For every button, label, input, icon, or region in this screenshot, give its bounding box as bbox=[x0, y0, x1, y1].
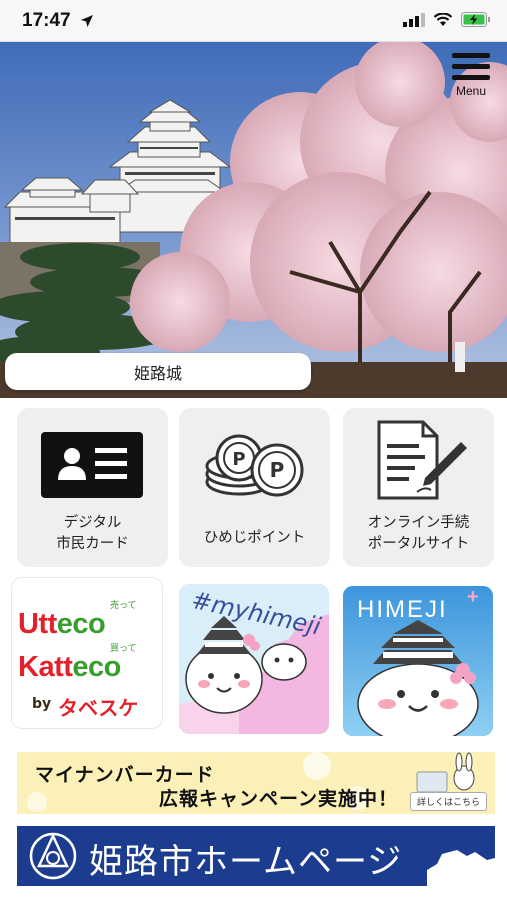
utteco-word-1: Utt bbox=[18, 608, 57, 640]
himeji-point-label: ひめじポイント bbox=[203, 530, 306, 546]
utteco-small-2: 買って bbox=[110, 644, 137, 654]
katteco-word-1b: eco bbox=[72, 651, 121, 683]
svg-text:P: P bbox=[270, 458, 285, 482]
mynumber-line-2: 広報キャンペーン実施中！ bbox=[159, 788, 399, 810]
myhimeji-tile[interactable]: #myhimeji bbox=[179, 584, 329, 734]
menu-label: Menu bbox=[455, 84, 487, 98]
battery-charging-icon bbox=[461, 12, 491, 31]
utteco-by: by bbox=[32, 696, 52, 712]
homepage-title: 姫路市ホームページ bbox=[89, 842, 403, 882]
himeji-plus-title: HIMEJI bbox=[357, 596, 448, 623]
cellular-signal-icon bbox=[403, 12, 425, 31]
digital-citizen-card-button[interactable]: デジタル 市民カード bbox=[17, 408, 168, 567]
himeji-city-homepage-banner[interactable]: 姫路市ホームページ bbox=[17, 826, 495, 886]
menu-button[interactable]: Menu bbox=[449, 50, 493, 106]
utteco-word-1b: eco bbox=[56, 608, 106, 640]
online-procedures-label-1: オンライン手続 bbox=[367, 515, 470, 531]
himeji-castle-photo bbox=[0, 42, 507, 398]
mynumber-line-1: マイナンバーカード bbox=[35, 764, 215, 786]
utteco-small-1: 売って bbox=[110, 601, 137, 611]
svg-text:P: P bbox=[232, 449, 245, 470]
id-card-icon bbox=[41, 432, 143, 498]
hero-image[interactable] bbox=[0, 42, 507, 398]
online-procedures-button[interactable]: オンライン手続 ポータルサイト bbox=[343, 408, 494, 567]
online-procedures-label-2: ポータルサイト bbox=[367, 536, 470, 552]
utteco-brand: タベスケ bbox=[58, 696, 139, 720]
digital-citizen-card-label-2: 市民カード bbox=[56, 536, 129, 552]
wifi-icon bbox=[433, 12, 453, 31]
hamburger-icon bbox=[452, 53, 490, 58]
digital-citizen-card-label-1: デジタル bbox=[63, 515, 122, 531]
utteco-katteco-tile[interactable]: Utteco 売って Katteco 買って by タベスケ bbox=[12, 578, 162, 728]
hero-caption: 姫路城 bbox=[5, 353, 311, 390]
document-pen-icon bbox=[377, 420, 467, 500]
location-arrow-icon bbox=[80, 13, 94, 32]
status-time: 17:47 bbox=[22, 10, 71, 31]
mynumber-detail-link[interactable]: 詳しくはこちら bbox=[409, 792, 487, 811]
himeji-plus-symbol: + bbox=[467, 586, 479, 608]
katteco-word-1: Katt bbox=[18, 651, 73, 683]
himeji-plus-tile[interactable]: HIMEJI + bbox=[343, 586, 493, 736]
coins-icon: P P bbox=[205, 434, 304, 497]
himeji-point-button[interactable]: P P ひめじポイント bbox=[179, 408, 330, 567]
status-bar: 17:47 bbox=[0, 0, 507, 42]
mynumber-campaign-banner[interactable]: マイナンバーカード 広報キャンペーン実施中！ 詳しくはこちら bbox=[17, 752, 495, 814]
